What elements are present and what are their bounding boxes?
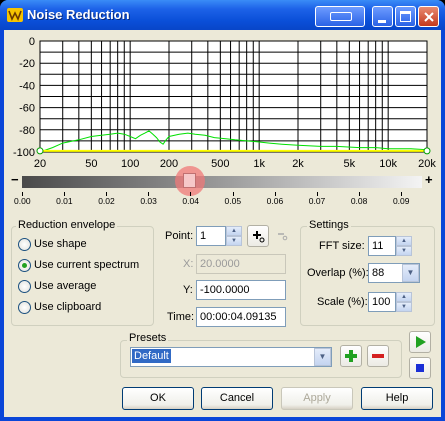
app-logo-icon [7, 8, 23, 22]
plus-icon [345, 350, 357, 362]
slider-tick-label: 0.08 [350, 196, 368, 206]
minimize-button[interactable] [372, 6, 393, 27]
apply-button[interactable]: Apply [281, 387, 353, 410]
scale-field[interactable]: 100 [368, 292, 396, 312]
maximize-button[interactable] [395, 6, 416, 27]
reduction-envelope-title: Reduction envelope [16, 219, 118, 231]
threshold-slider-track[interactable] [22, 176, 422, 188]
point-label: Point: [165, 230, 194, 242]
envelope-control-point[interactable] [36, 147, 44, 155]
noise-reduction-window: Noise Reduction 0 -20 -40 -60 -80 -100 20 50 100… [0, 0, 445, 421]
title-bar[interactable]: Noise Reduction [0, 0, 445, 30]
slider-tick-label: 0.00 [14, 196, 31, 206]
maximize-icon [400, 11, 411, 22]
minimize-icon [378, 20, 386, 23]
x-tick-label: 10k [379, 158, 397, 170]
envelope-radio-use-shape[interactable] [18, 238, 31, 251]
slider-tick-label: 0.04 [182, 196, 199, 206]
x-tick-label: 100 [121, 158, 139, 170]
close-button[interactable] [418, 6, 439, 27]
scale-spinner[interactable]: ▲ ▼ [396, 292, 412, 312]
x-tick-label: 500 [211, 158, 229, 170]
add-point-icon [253, 231, 265, 243]
presets-selected-value: Default [132, 349, 171, 363]
envelope-radio-use-current-spectrum[interactable] [18, 259, 31, 272]
help-button[interactable]: Help [361, 387, 433, 410]
x-tick-label: 200 [160, 158, 178, 170]
remove-preset-button[interactable] [367, 345, 389, 367]
stop-icon [416, 364, 424, 372]
y-field[interactable]: -100.0000 [196, 280, 286, 300]
window-title: Noise Reduction [27, 7, 130, 22]
envelope-control-point[interactable] [423, 147, 431, 155]
ok-button[interactable]: OK [122, 387, 194, 410]
envelope-option-label[interactable]: Use current spectrum [34, 259, 139, 271]
envelope-radio-use-clipboard[interactable] [18, 301, 31, 314]
presets-select[interactable]: Default [130, 347, 332, 367]
slider-tick-label: 0.01 [56, 196, 73, 206]
add-preset-button[interactable] [340, 345, 362, 367]
settings-title: Settings [307, 219, 351, 231]
slider-plus-icon[interactable]: + [425, 172, 433, 187]
envelope-radio-use-average[interactable] [18, 280, 31, 293]
x-tick-label: 5k [344, 158, 356, 170]
add-point-button[interactable] [247, 225, 269, 247]
overlap-dropdown-icon[interactable]: ▼ [402, 264, 419, 282]
y-tick-label: -80 [19, 125, 35, 137]
remove-point-icon[interactable] [276, 231, 288, 241]
minus-icon [372, 354, 384, 358]
x-field[interactable]: 20.0000 [196, 254, 286, 274]
y-tick-label: 0 [29, 36, 35, 48]
x-tick-label: 2k [292, 158, 304, 170]
scale-label: Scale (%): [317, 296, 368, 308]
preview-toggle-button[interactable] [315, 6, 365, 27]
envelope-option-label[interactable]: Use clipboard [34, 301, 101, 313]
slider-tick-label: 0.06 [266, 196, 284, 206]
preview-play-button[interactable] [409, 331, 431, 353]
slider-tick-label: 0.02 [98, 196, 115, 206]
slider-tick-label: 0.09 [392, 196, 410, 206]
play-icon [416, 336, 426, 348]
fft-size-field[interactable]: 11 [368, 236, 396, 256]
x-tick-label: 50 [85, 158, 97, 170]
cancel-button[interactable]: Cancel [201, 387, 273, 410]
spectrum-chart[interactable]: 0 -20 -40 -60 -80 -10020 50 100 200 500 1k 2k 5k 10k 2… [4, 30, 441, 172]
dialog-body: 0 -20 -40 -60 -80 -100 20 50 100 200 500 1k 2k 5k 10k 2… [4, 30, 441, 417]
slider-tick-label: 0.03 [140, 196, 157, 206]
fft-size-label: FFT size: [319, 240, 365, 252]
x-tick-label: 1k [253, 158, 265, 170]
fft-size-spinner[interactable]: ▲ ▼ [396, 236, 412, 256]
x-tick-label: 20 [34, 158, 46, 170]
preview-stop-button[interactable] [409, 357, 431, 379]
y-tick-label: -60 [19, 103, 35, 115]
close-icon [424, 12, 434, 22]
y-label: Y: [183, 284, 193, 296]
presets-dropdown-icon[interactable]: ▼ [314, 348, 331, 366]
y-tick-label: -100 [13, 147, 35, 159]
x-label: X: [183, 258, 194, 270]
x-tick-label: 20k [418, 158, 436, 170]
point-spinner[interactable]: ▲ ▼ [226, 226, 242, 246]
y-tick-label: -20 [19, 58, 35, 70]
slider-minus-icon[interactable]: − [11, 172, 19, 187]
point-field[interactable]: 1 [196, 226, 226, 246]
envelope-option-label[interactable]: Use shape [34, 238, 87, 250]
slider-tick-label: 0.05 [224, 196, 242, 206]
overlap-label: Overlap (%): [307, 267, 369, 279]
time-field[interactable]: 00:00:04.09135 [196, 307, 286, 327]
presets-title: Presets [127, 332, 169, 344]
y-tick-label: -40 [19, 80, 35, 92]
time-label: Time: [167, 311, 195, 323]
envelope-option-label[interactable]: Use average [34, 280, 96, 292]
slider-tick-label: 0.07 [308, 196, 326, 206]
